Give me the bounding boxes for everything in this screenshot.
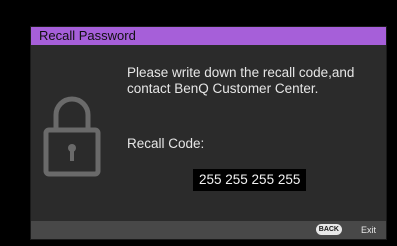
dialog-title: Recall Password [31,27,386,45]
recall-code-value: 255 255 255 255 [193,169,307,191]
dialog-footer: BACK Exit [31,221,386,239]
instruction-text: Please write down the recall code,and co… [127,65,355,96]
back-button[interactable]: BACK [315,224,342,235]
recall-code-label: Recall Code: [127,136,205,151]
exit-label: Exit [360,225,376,235]
lock-icon [43,87,101,183]
recall-password-dialog: Recall Password Please write down the re… [31,27,386,239]
